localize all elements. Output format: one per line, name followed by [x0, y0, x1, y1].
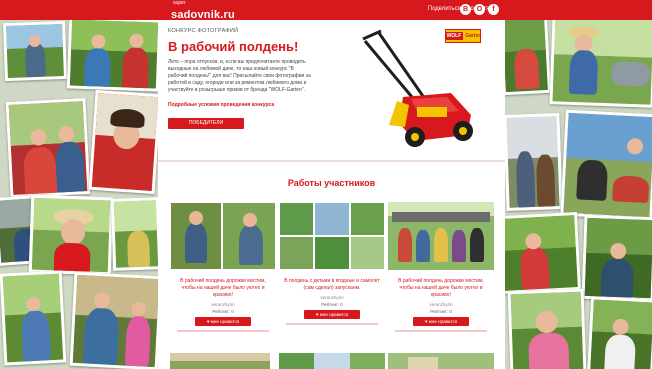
entry-caption: В рабочий полдень дорожки мостим, чтобы … — [180, 278, 266, 298]
entry-author[interactable]: veranzhyrin — [170, 302, 276, 307]
collage-photo — [587, 296, 652, 369]
collage-photo — [28, 194, 114, 276]
like-label: мне нравится — [210, 319, 240, 324]
collage-photo — [69, 271, 158, 369]
collage-photo — [581, 214, 652, 302]
left-photo-collage — [0, 20, 158, 369]
entry-rating: Рейтинг: 0 — [321, 302, 343, 307]
entry-photo-partial[interactable] — [388, 353, 494, 369]
like-button[interactable]: ♥ мне нравится — [304, 310, 360, 319]
entry-photo[interactable] — [388, 202, 494, 270]
like-label: мне нравится — [319, 312, 349, 317]
entry-photo[interactable] — [170, 202, 276, 270]
ok-icon[interactable]: O — [474, 4, 485, 15]
collage-photo — [3, 20, 67, 82]
entry-author[interactable]: veranzhyrin — [279, 295, 385, 300]
top-bar: super sadovnik.ru Поделиться в соцсетях:… — [0, 0, 652, 22]
entry-caption: В рабочий полдень дорожки мостим, чтобы … — [398, 278, 484, 298]
contest-description: Лето – пора отпусков, и, если вы предпоч… — [168, 59, 311, 93]
vk-icon[interactable]: B — [460, 4, 471, 15]
entry-photo-partial[interactable] — [279, 353, 385, 369]
works-title: Работы участников — [287, 178, 376, 188]
wolf-garten-logo: WOLF Garten — [444, 29, 482, 43]
main-content: КОНКУРС ФОТОГРАФИЙ В рабочий полдень! Ле… — [158, 20, 505, 369]
site-logo[interactable]: super sadovnik.ru — [171, 1, 235, 22]
entry-caption: В полдень с детьми в ягодные и самолёт (… — [284, 278, 380, 291]
collage-photo — [0, 270, 67, 366]
like-button[interactable]: ♥ мне нравится — [413, 317, 469, 326]
like-button[interactable]: ♥ мне нравится — [195, 317, 251, 326]
entry-rating: Рейтинг: 0 — [212, 309, 234, 314]
collage-photo — [110, 197, 158, 271]
collage-photo — [560, 109, 652, 221]
collage-photo — [5, 97, 91, 199]
entry-card[interactable]: В полдень с детьми в ягодные и самолёт (… — [279, 202, 385, 325]
entry-card[interactable]: В рабочий полдень дорожки мостим, чтобы … — [388, 202, 494, 332]
entry-author[interactable]: veranzhyrin — [388, 302, 494, 307]
card-underline — [395, 330, 487, 332]
collage-photo — [505, 113, 563, 211]
card-underline — [286, 323, 378, 325]
collage-photo — [505, 20, 552, 96]
entry-rating: Рейтинг: 0 — [430, 309, 452, 314]
brand-sub: Garten — [465, 33, 482, 39]
collage-photo — [88, 89, 158, 195]
card-underline — [177, 330, 269, 332]
page: super sadovnik.ru Поделиться в соцсетях:… — [0, 0, 652, 369]
entry-photo-partial[interactable] — [170, 353, 270, 369]
rules-link[interactable]: Подробные условия проведения конкурса — [168, 102, 274, 108]
contest-subtitle: КОНКУРС ФОТОГРАФИЙ — [168, 28, 239, 34]
winners-button[interactable]: ПОБЕДИТЕЛИ — [168, 118, 244, 129]
hero-section: КОНКУРС ФОТОГРАФИЙ В рабочий полдень! Ле… — [158, 20, 505, 160]
brand-word: WOLF — [444, 32, 464, 40]
entry-card[interactable]: В рабочий полдень дорожки мостим, чтобы … — [170, 202, 276, 332]
right-photo-collage — [505, 20, 652, 369]
collage-photo — [66, 20, 158, 92]
collage-photo — [549, 20, 652, 108]
collage-photo — [505, 211, 581, 295]
section-divider — [158, 160, 505, 162]
logo-prefix: super — [173, 0, 186, 6]
lawn-mower-image — [362, 29, 473, 147]
like-label: мне нравится — [428, 319, 458, 324]
facebook-icon[interactable]: f — [488, 4, 499, 15]
contest-title: В рабочий полдень! — [168, 39, 299, 54]
collage-photo — [507, 288, 587, 369]
entry-photo[interactable] — [279, 202, 385, 270]
